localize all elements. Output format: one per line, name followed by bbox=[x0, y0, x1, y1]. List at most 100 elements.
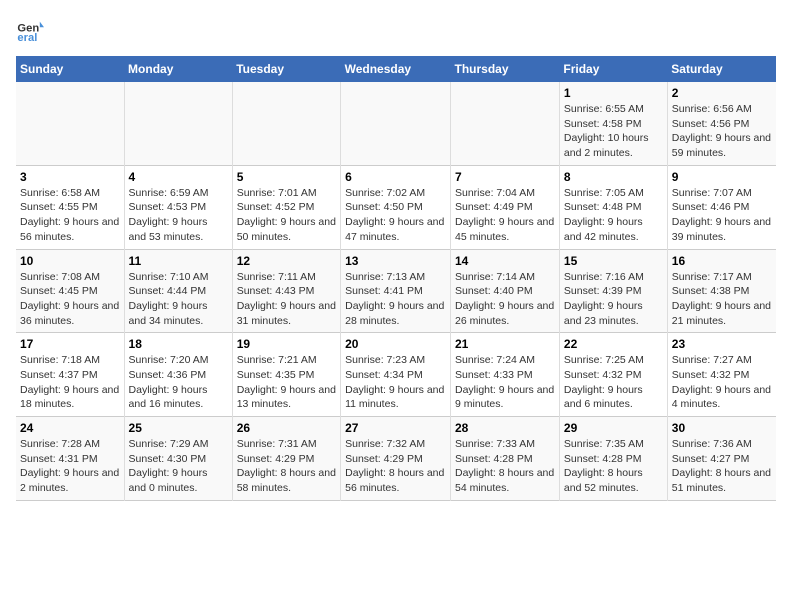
calendar-cell: 28Sunrise: 7:33 AM Sunset: 4:28 PM Dayli… bbox=[451, 417, 560, 501]
day-number: 26 bbox=[237, 421, 336, 435]
day-info: Sunrise: 7:35 AM Sunset: 4:28 PM Dayligh… bbox=[564, 437, 663, 496]
calendar-header: SundayMondayTuesdayWednesdayThursdayFrid… bbox=[16, 56, 776, 82]
svg-text:eral: eral bbox=[17, 32, 37, 44]
day-info: Sunrise: 7:27 AM Sunset: 4:32 PM Dayligh… bbox=[672, 353, 772, 412]
calendar-cell bbox=[16, 82, 124, 165]
calendar-cell: 25Sunrise: 7:29 AM Sunset: 4:30 PM Dayli… bbox=[124, 417, 232, 501]
weekday-header-wednesday: Wednesday bbox=[341, 56, 451, 82]
calendar-body: 1 Sunrise: 6:55 AM Sunset: 4:58 PM Daylig… bbox=[16, 82, 776, 500]
day-number: 18 bbox=[129, 337, 228, 351]
calendar-week-row: 3 Sunrise: 6:58 AM Sunset: 4:55 PM Daylig… bbox=[16, 165, 776, 249]
calendar-week-row: 17 Sunrise: 7:18 AM Sunset: 4:37 PM Dayli… bbox=[16, 333, 776, 417]
calendar-cell: 4 Sunrise: 6:59 AM Sunset: 4:53 PM Daylig… bbox=[124, 165, 232, 249]
calendar-cell bbox=[341, 82, 451, 165]
day-number: 19 bbox=[237, 337, 336, 351]
day-info: Sunrise: 7:24 AM Sunset: 4:33 PM Dayligh… bbox=[455, 353, 555, 412]
weekday-header-tuesday: Tuesday bbox=[232, 56, 340, 82]
calendar-cell bbox=[232, 82, 340, 165]
day-number: 10 bbox=[20, 254, 120, 268]
calendar-cell: 12 Sunrise: 7:11 AM Sunset: 4:43 PM Dayli… bbox=[232, 249, 340, 333]
day-info: Sunrise: 7:13 AM Sunset: 4:41 PM Dayligh… bbox=[345, 270, 446, 329]
day-number: 6 bbox=[345, 170, 446, 184]
day-number: 5 bbox=[237, 170, 336, 184]
day-info: Sunrise: 7:20 AM Sunset: 4:36 PM Dayligh… bbox=[129, 353, 228, 412]
day-info: Sunrise: 7:18 AM Sunset: 4:37 PM Dayligh… bbox=[20, 353, 120, 412]
calendar-cell: 21Sunrise: 7:24 AM Sunset: 4:33 PM Dayli… bbox=[451, 333, 560, 417]
day-info: Sunrise: 6:56 AM Sunset: 4:56 PM Dayligh… bbox=[672, 102, 772, 161]
calendar-cell: 26 Sunrise: 7:31 AM Sunset: 4:29 PM Dayli… bbox=[232, 417, 340, 501]
logo-icon: Gen eral bbox=[16, 16, 44, 44]
day-number: 13 bbox=[345, 254, 446, 268]
day-number: 9 bbox=[672, 170, 772, 184]
day-info: Sunrise: 7:25 AM Sunset: 4:32 PM Dayligh… bbox=[564, 353, 663, 412]
calendar-cell bbox=[451, 82, 560, 165]
day-number: 27 bbox=[345, 421, 446, 435]
calendar-cell bbox=[124, 82, 232, 165]
day-number: 30 bbox=[672, 421, 772, 435]
day-info: Sunrise: 7:02 AM Sunset: 4:50 PM Dayligh… bbox=[345, 186, 446, 245]
weekday-header-thursday: Thursday bbox=[451, 56, 560, 82]
calendar-cell: 24 Sunrise: 7:28 AM Sunset: 4:31 PM Dayli… bbox=[16, 417, 124, 501]
calendar-cell: 13 Sunrise: 7:13 AM Sunset: 4:41 PM Dayli… bbox=[341, 249, 451, 333]
calendar-cell: 2 Sunrise: 6:56 AM Sunset: 4:56 PM Daylig… bbox=[667, 82, 776, 165]
day-number: 11 bbox=[129, 254, 228, 268]
day-info: Sunrise: 7:10 AM Sunset: 4:44 PM Dayligh… bbox=[129, 270, 228, 329]
day-info: Sunrise: 7:04 AM Sunset: 4:49 PM Dayligh… bbox=[455, 186, 555, 245]
calendar-week-row: 1 Sunrise: 6:55 AM Sunset: 4:58 PM Daylig… bbox=[16, 82, 776, 165]
day-info: Sunrise: 6:59 AM Sunset: 4:53 PM Dayligh… bbox=[129, 186, 228, 245]
day-info: Sunrise: 7:07 AM Sunset: 4:46 PM Dayligh… bbox=[672, 186, 772, 245]
day-info: Sunrise: 7:28 AM Sunset: 4:31 PM Dayligh… bbox=[20, 437, 120, 496]
calendar-cell: 8 Sunrise: 7:05 AM Sunset: 4:48 PM Daylig… bbox=[559, 165, 667, 249]
page-header: Gen eral bbox=[16, 16, 776, 44]
calendar-week-row: 10 Sunrise: 7:08 AM Sunset: 4:45 PM Dayli… bbox=[16, 249, 776, 333]
calendar-cell: 17 Sunrise: 7:18 AM Sunset: 4:37 PM Dayli… bbox=[16, 333, 124, 417]
day-number: 1 bbox=[564, 86, 663, 100]
calendar-cell: 27 Sunrise: 7:32 AM Sunset: 4:29 PM Dayli… bbox=[341, 417, 451, 501]
calendar-cell: 30 Sunrise: 7:36 AM Sunset: 4:27 PM Dayli… bbox=[667, 417, 776, 501]
day-info: Sunrise: 7:33 AM Sunset: 4:28 PM Dayligh… bbox=[455, 437, 555, 496]
day-number: 7 bbox=[455, 170, 555, 184]
day-number: 17 bbox=[20, 337, 120, 351]
day-number: 3 bbox=[20, 170, 120, 184]
weekday-header-monday: Monday bbox=[124, 56, 232, 82]
day-number: 23 bbox=[672, 337, 772, 351]
calendar-cell: 15 Sunrise: 7:16 AM Sunset: 4:39 PM Dayli… bbox=[559, 249, 667, 333]
day-number: 14 bbox=[455, 254, 555, 268]
calendar-cell: 14 Sunrise: 7:14 AM Sunset: 4:40 PM Dayli… bbox=[451, 249, 560, 333]
calendar-table: SundayMondayTuesdayWednesdayThursdayFrid… bbox=[16, 56, 776, 501]
day-number: 25 bbox=[129, 421, 228, 435]
day-info: Sunrise: 7:11 AM Sunset: 4:43 PM Dayligh… bbox=[237, 270, 336, 329]
day-info: Sunrise: 7:17 AM Sunset: 4:38 PM Dayligh… bbox=[672, 270, 772, 329]
calendar-cell: 18 Sunrise: 7:20 AM Sunset: 4:36 PM Dayli… bbox=[124, 333, 232, 417]
calendar-cell: 5Sunrise: 7:01 AM Sunset: 4:52 PM Daylig… bbox=[232, 165, 340, 249]
day-info: Sunrise: 7:08 AM Sunset: 4:45 PM Dayligh… bbox=[20, 270, 120, 329]
day-info: Sunrise: 7:14 AM Sunset: 4:40 PM Dayligh… bbox=[455, 270, 555, 329]
weekday-header-saturday: Saturday bbox=[667, 56, 776, 82]
calendar-cell: 3 Sunrise: 6:58 AM Sunset: 4:55 PM Daylig… bbox=[16, 165, 124, 249]
day-info: Sunrise: 7:36 AM Sunset: 4:27 PM Dayligh… bbox=[672, 437, 772, 496]
calendar-cell: 7 Sunrise: 7:04 AM Sunset: 4:49 PM Daylig… bbox=[451, 165, 560, 249]
calendar-cell: 16Sunrise: 7:17 AM Sunset: 4:38 PM Dayli… bbox=[667, 249, 776, 333]
day-number: 8 bbox=[564, 170, 663, 184]
day-number: 15 bbox=[564, 254, 663, 268]
day-info: Sunrise: 7:32 AM Sunset: 4:29 PM Dayligh… bbox=[345, 437, 446, 496]
calendar-cell: 1 Sunrise: 6:55 AM Sunset: 4:58 PM Daylig… bbox=[559, 82, 667, 165]
day-number: 22 bbox=[564, 337, 663, 351]
logo: Gen eral bbox=[16, 16, 48, 44]
day-info: Sunrise: 6:58 AM Sunset: 4:55 PM Dayligh… bbox=[20, 186, 120, 245]
day-number: 24 bbox=[20, 421, 120, 435]
day-number: 29 bbox=[564, 421, 663, 435]
calendar-cell: 23 Sunrise: 7:27 AM Sunset: 4:32 PM Dayli… bbox=[667, 333, 776, 417]
calendar-cell: 11 Sunrise: 7:10 AM Sunset: 4:44 PM Dayli… bbox=[124, 249, 232, 333]
calendar-cell: 22 Sunrise: 7:25 AM Sunset: 4:32 PM Dayli… bbox=[559, 333, 667, 417]
day-info: Sunrise: 7:31 AM Sunset: 4:29 PM Dayligh… bbox=[237, 437, 336, 496]
calendar-week-row: 24 Sunrise: 7:28 AM Sunset: 4:31 PM Dayli… bbox=[16, 417, 776, 501]
day-number: 2 bbox=[672, 86, 772, 100]
calendar-cell: 10 Sunrise: 7:08 AM Sunset: 4:45 PM Dayli… bbox=[16, 249, 124, 333]
calendar-cell: 29 Sunrise: 7:35 AM Sunset: 4:28 PM Dayli… bbox=[559, 417, 667, 501]
day-number: 4 bbox=[129, 170, 228, 184]
day-info: Sunrise: 7:05 AM Sunset: 4:48 PM Dayligh… bbox=[564, 186, 663, 245]
day-number: 12 bbox=[237, 254, 336, 268]
day-info: Sunrise: 6:55 AM Sunset: 4:58 PM Dayligh… bbox=[564, 102, 663, 161]
day-info: Sunrise: 7:16 AM Sunset: 4:39 PM Dayligh… bbox=[564, 270, 663, 329]
